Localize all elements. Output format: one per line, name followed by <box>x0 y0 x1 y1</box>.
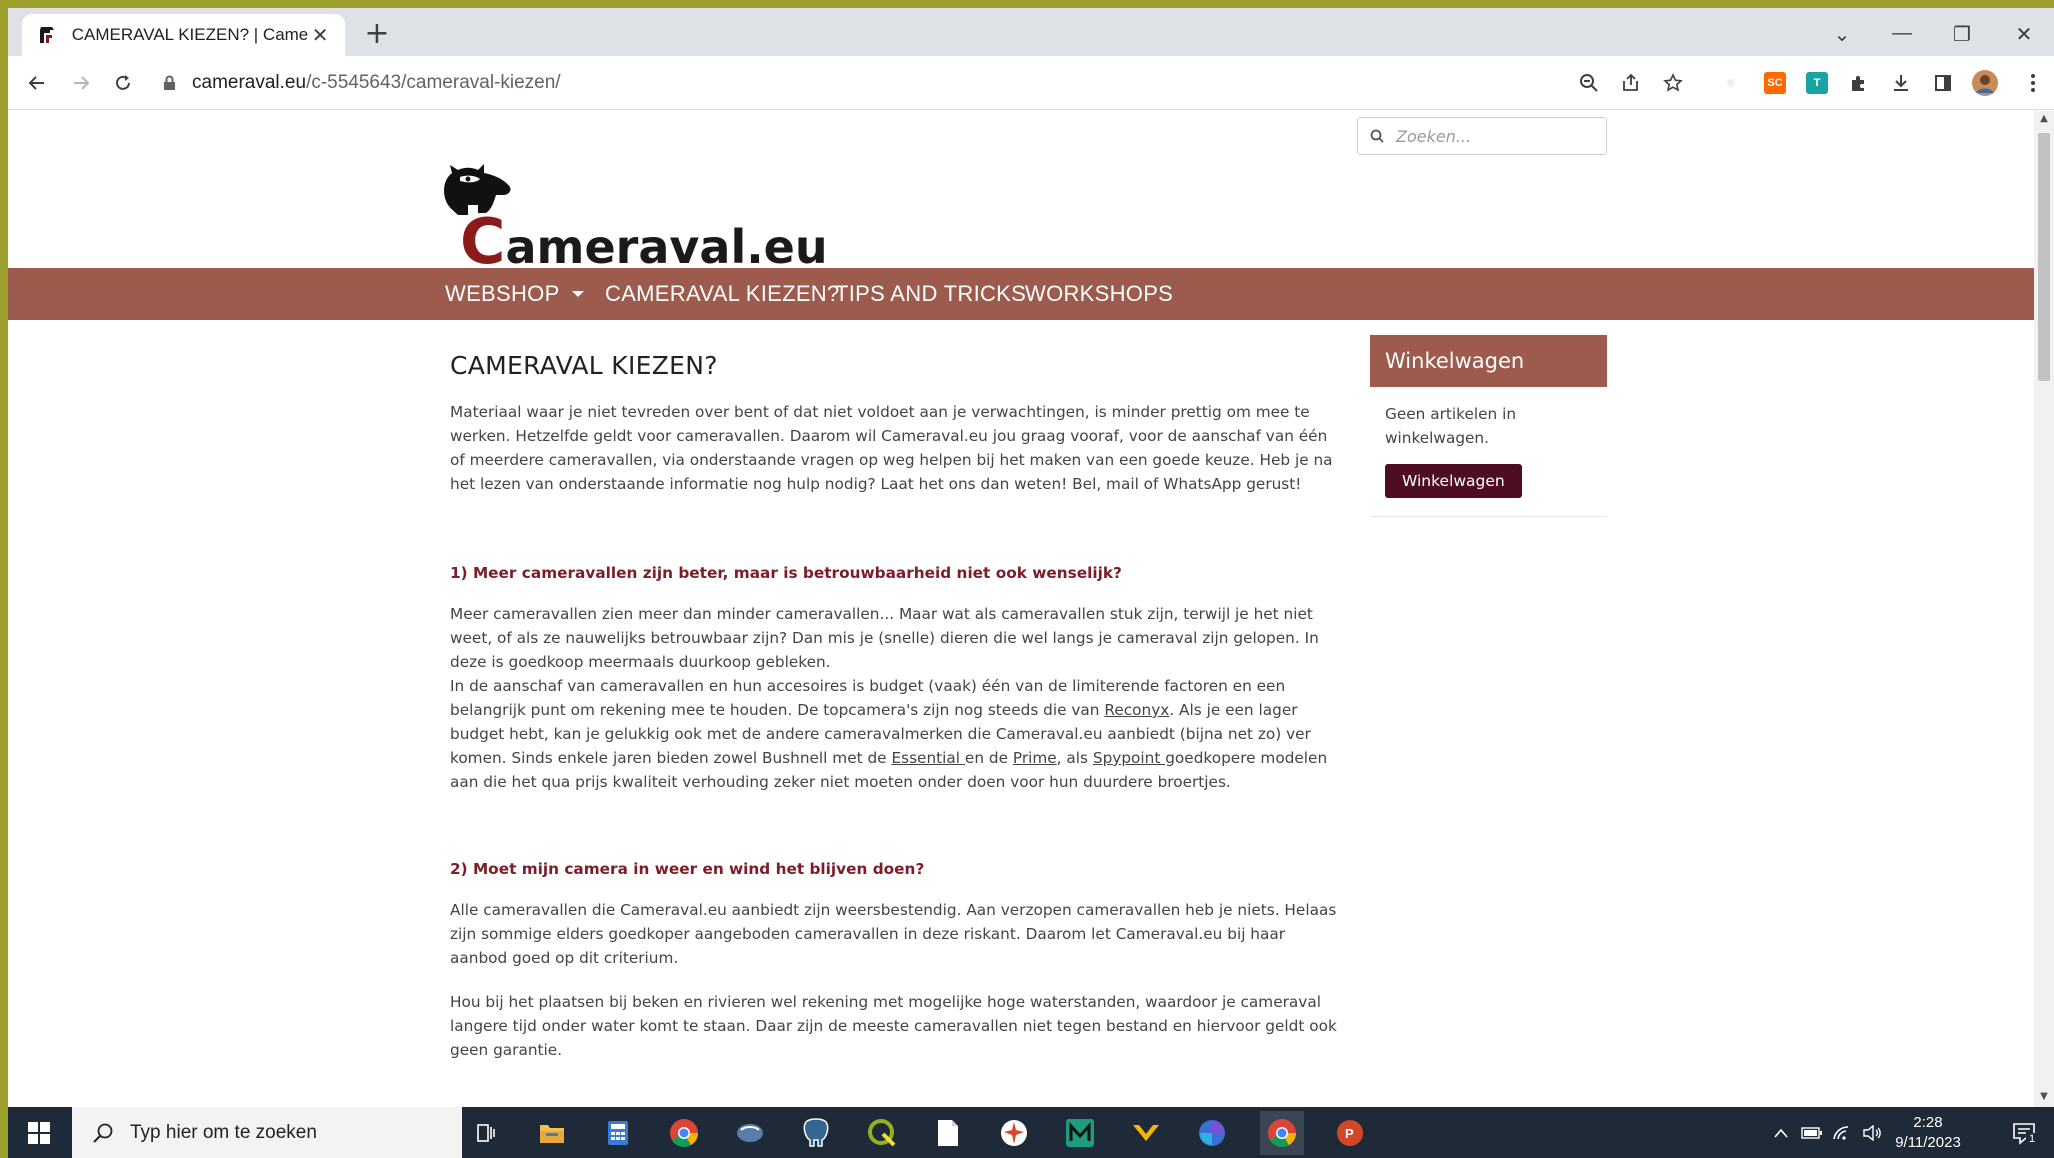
cart-body: Geen artikelen in winkelwagen. Winkelwag… <box>1370 387 1607 517</box>
url-host: cameraval.eu <box>192 72 307 93</box>
site-search-input[interactable] <box>1394 125 1594 147</box>
nav-cameraval-kiezen[interactable]: CAMERAVAL KIEZEN? <box>605 268 840 320</box>
minimize-icon[interactable]: — <box>1888 22 1916 45</box>
lock-icon[interactable] <box>160 74 178 92</box>
teal-extension-icon[interactable]: T <box>1802 68 1832 98</box>
question-2-heading: 2) Moet mijn camera in weer en wind het … <box>450 860 925 878</box>
battery-icon[interactable] <box>1798 1107 1826 1158</box>
url-path: /c-5545643/cameraval-kiezen/ <box>306 72 561 93</box>
windows-taskbar: Typ hier om te zoeken P 2:28 9/11/2023 1 <box>8 1107 2054 1158</box>
link-reconyx[interactable]: Reconyx <box>1104 701 1169 719</box>
cart-sidebar: Winkelwagen Geen artikelen in winkelwage… <box>1370 335 1607 517</box>
question-1-heading: 1) Meer cameravallen zijn beter, maar is… <box>450 564 1122 582</box>
page-title: CAMERAVAL KIEZEN? <box>450 351 718 380</box>
svg-text:P: P <box>1345 1126 1354 1141</box>
search-icon <box>1370 129 1384 143</box>
scroll-down-arrow-icon[interactable]: ▼ <box>2038 1091 2050 1103</box>
zoom-icon[interactable] <box>1574 68 1604 98</box>
nav-workshops[interactable]: WORKSHOPS <box>1025 268 1173 320</box>
windows-start-icon[interactable] <box>8 1107 70 1158</box>
chrome-icon[interactable] <box>666 1115 702 1151</box>
nav-webshop[interactable]: WEBSHOP <box>445 268 584 320</box>
wifi-icon[interactable] <box>1828 1107 1856 1158</box>
intro-paragraph: Materiaal waar je niet tevreden over ben… <box>450 403 1333 493</box>
tray-chevron-up-icon[interactable] <box>1768 1107 1794 1158</box>
bookmark-star-icon[interactable] <box>1658 68 1688 98</box>
scroll-up-arrow-icon[interactable]: ▲ <box>2038 113 2050 125</box>
cart-empty-text: Geen artikelen in winkelwagen. <box>1385 405 1517 447</box>
task-view-icon[interactable] <box>468 1115 504 1151</box>
close-window-icon[interactable]: ✕ <box>2010 22 2038 47</box>
reload-icon[interactable] <box>108 68 138 98</box>
taskbar-search-icon <box>93 1123 113 1143</box>
file-explorer-icon[interactable] <box>534 1115 570 1151</box>
notification-count: 1 <box>2026 1133 2039 1145</box>
site-logo[interactable]: Cameraval.eu <box>438 161 828 278</box>
puzzle-dim-icon <box>1716 68 1746 98</box>
clock-time: 2:28 <box>1913 1114 1943 1131</box>
address-bar[interactable]: cameraval.eu/c-5545643/cameraval-kiezen/ <box>160 64 1660 102</box>
sc-extension-icon[interactable]: SC <box>1760 68 1790 98</box>
tab-close-icon[interactable]: ✕ <box>309 23 331 47</box>
side-panel-icon[interactable] <box>1928 68 1958 98</box>
browser-menu-icon[interactable] <box>2018 68 2048 98</box>
clock-date: 9/11/2023 <box>1895 1134 1961 1151</box>
browser-toolbar: cameraval.eu/c-5545643/cameraval-kiezen/… <box>8 56 2054 110</box>
scroll-thumb[interactable] <box>2038 133 2050 381</box>
v-app-icon[interactable] <box>1128 1115 1164 1151</box>
question-1-paragraph-2: In de aanschaf van cameravallen en hun a… <box>450 677 1328 791</box>
notepad-icon[interactable] <box>930 1115 966 1151</box>
download-icon[interactable] <box>1886 68 1916 98</box>
taskbar-search-placeholder: Typ hier om te zoeken <box>130 1121 317 1143</box>
forward-arrow-icon[interactable] <box>66 68 96 98</box>
swirl-app-icon[interactable] <box>1194 1115 1230 1151</box>
main-content: CAMERAVAL KIEZEN? Materiaal waar je niet… <box>450 351 1340 1062</box>
taskbar-search[interactable]: Typ hier om te zoeken <box>72 1107 462 1158</box>
powerpoint-icon[interactable]: P <box>1332 1115 1368 1151</box>
window-frame-top <box>0 0 2054 8</box>
calculator-icon[interactable] <box>600 1115 636 1151</box>
question-1-paragraph-1: Meer cameravallen zien meer dan minder c… <box>450 605 1319 671</box>
site-search-box[interactable] <box>1357 117 1607 155</box>
logo-text: ameraval.eu <box>505 220 828 274</box>
notification-center-icon[interactable]: 1 <box>2004 1107 2044 1158</box>
browser-tab[interactable]: CAMERAVAL KIEZEN? | Cameraval.eu ✕ <box>22 14 345 56</box>
chrome-active-icon[interactable] <box>1260 1111 1304 1155</box>
page-viewport: Cameraval.eu WEBSHOP CAMERAVAL KIEZEN? T… <box>8 111 2034 1107</box>
caret-down-icon <box>571 291 584 297</box>
back-arrow-icon[interactable] <box>22 68 52 98</box>
browser-tab-bar: CAMERAVAL KIEZEN? | Cameraval.eu ✕ + ⌄ —… <box>8 8 2054 56</box>
m-app-icon[interactable] <box>1062 1115 1098 1151</box>
cart-title: Winkelwagen <box>1370 335 1607 387</box>
question-2-paragraph-1: Alle cameravallen die Cameraval.eu aanbi… <box>450 901 1337 967</box>
cart-button[interactable]: Winkelwagen <box>1385 464 1522 498</box>
tab-title: CAMERAVAL KIEZEN? | Cameraval.eu <box>71 25 309 44</box>
link-prime[interactable]: Prime <box>1013 749 1057 767</box>
share-icon[interactable] <box>1616 68 1646 98</box>
volume-icon[interactable] <box>1858 1107 1886 1158</box>
link-spypoint[interactable]: Spypoint <box>1093 749 1165 767</box>
restore-icon[interactable]: ❐ <box>1948 22 1976 47</box>
pgadmin-elephant-icon[interactable] <box>798 1115 834 1151</box>
mysql-workbench-icon[interactable] <box>732 1115 768 1151</box>
main-navigation: WEBSHOP CAMERAVAL KIEZEN? TIPS AND TRICK… <box>8 268 2034 320</box>
nav-tips-and-tricks[interactable]: TIPS AND TRICKS <box>835 268 1026 320</box>
new-tab-button[interactable]: + <box>362 19 392 50</box>
page-scrollbar[interactable]: ▲ ▼ <box>2034 111 2054 1107</box>
profile-avatar-icon[interactable] <box>1970 68 2000 98</box>
extensions-puzzle-icon[interactable] <box>1844 68 1874 98</box>
nav-webshop-label: WEBSHOP <box>445 281 560 306</box>
window-frame-left <box>0 0 8 1158</box>
globe-app-icon[interactable] <box>996 1115 1032 1151</box>
question-2-paragraph-2: Hou bij het plaatsen bij beken en rivier… <box>450 993 1337 1059</box>
link-essential[interactable]: Essential <box>891 749 964 767</box>
site-favicon-icon <box>36 24 58 46</box>
qgis-icon[interactable] <box>864 1115 900 1151</box>
taskbar-clock[interactable]: 2:28 9/11/2023 <box>1888 1113 1968 1153</box>
tab-search-chevron-icon[interactable]: ⌄ <box>1828 22 1856 47</box>
